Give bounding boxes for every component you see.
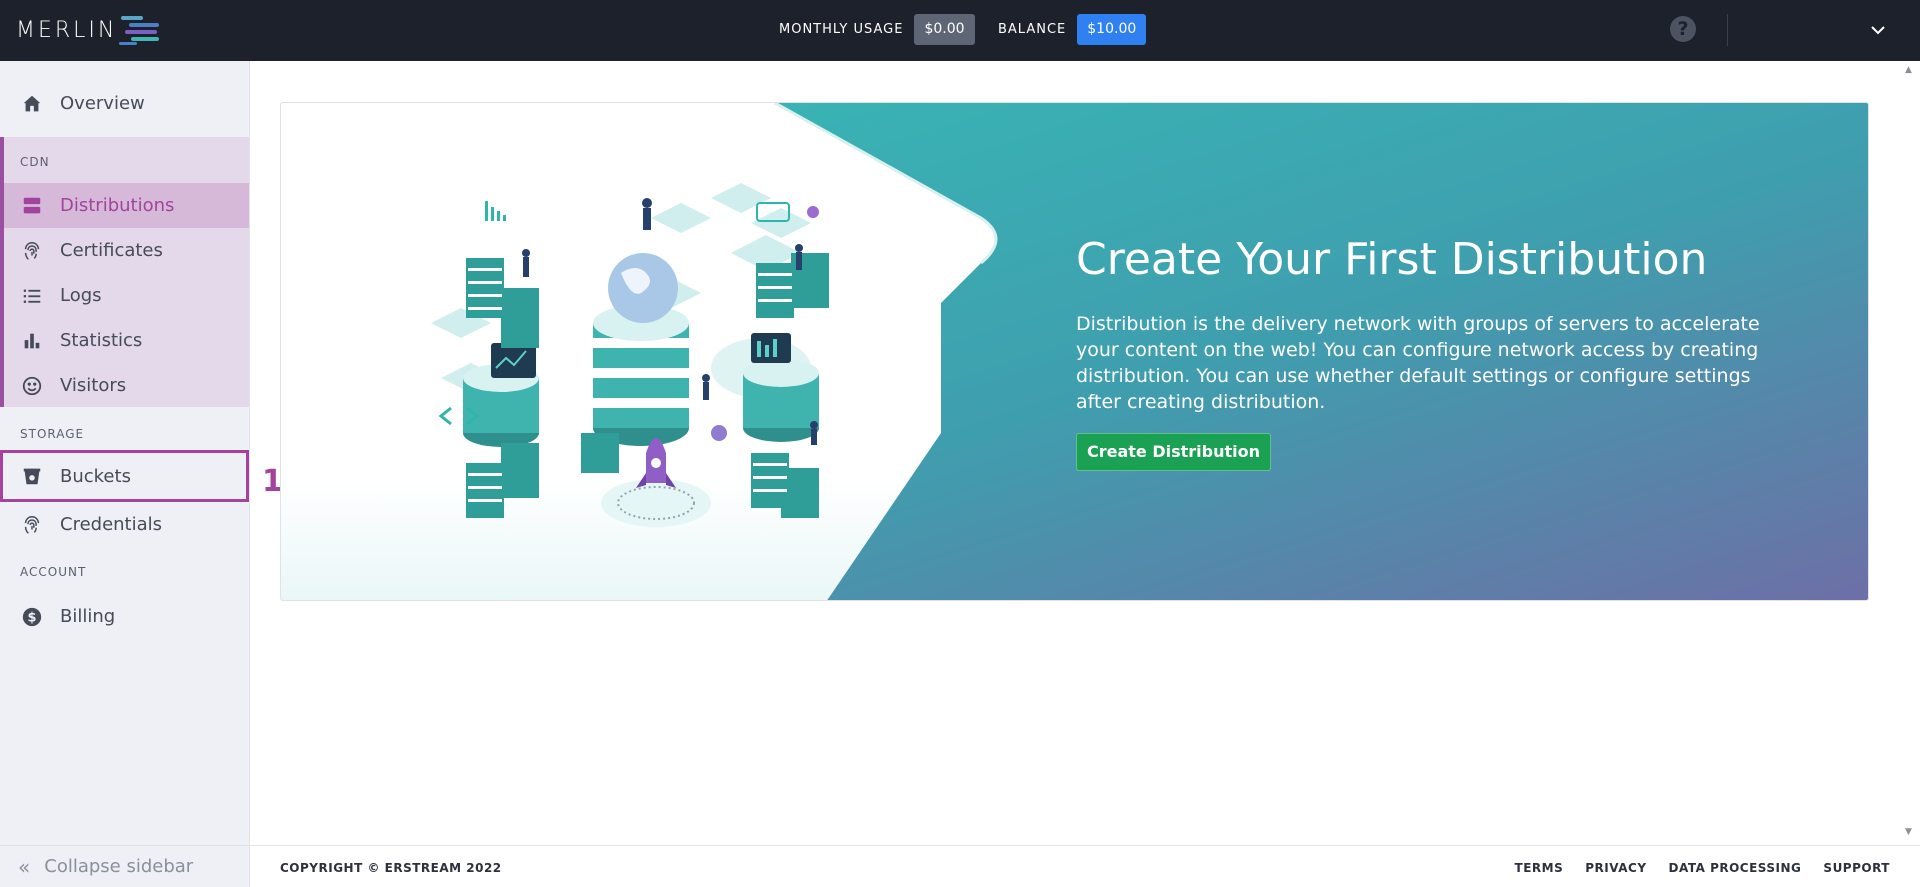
fingerprint-icon: [20, 513, 44, 537]
footer-link-terms[interactable]: TERMS: [1515, 861, 1564, 875]
server-icon: [20, 194, 44, 218]
sidebar-item-label: Certificates: [60, 240, 163, 261]
merlin-logo[interactable]: MERLIN: [16, 14, 169, 46]
monthly-usage: MONTHLY USAGE $0.00: [779, 14, 975, 45]
page-title: Create Your First Distribution: [1076, 234, 1708, 285]
footer: COPYRIGHT © ERSTREAM 2022 TERMS PRIVACY …: [250, 845, 1920, 887]
empty-state-banner: Create Your First Distribution Distribut…: [280, 102, 1869, 601]
balance-value[interactable]: $10.00: [1077, 14, 1147, 45]
footer-link-data-processing[interactable]: DATA PROCESSING: [1669, 861, 1802, 875]
sidebar-item-credentials[interactable]: Credentials: [0, 502, 248, 547]
collapse-sidebar-label: Collapse sidebar: [44, 856, 194, 877]
hero-description: Distribution is the delivery network wit…: [1076, 313, 1760, 413]
scroll-down-arrow-icon[interactable]: ▼: [1905, 827, 1912, 837]
smiley-icon: [20, 374, 44, 398]
bar-chart-icon: [20, 329, 44, 353]
balance: BALANCE $10.00: [998, 14, 1147, 45]
create-distribution-button[interactable]: Create Distribution: [1076, 433, 1271, 471]
sidebar-item-label: Credentials: [60, 514, 163, 535]
top-navigation-bar: MERLIN MONTHLY USAGE $0.00 BALANCE $10.0…: [0, 0, 1920, 61]
sidebar-item-label: Overview: [60, 93, 145, 114]
sidebar-item-overview[interactable]: Overview: [0, 81, 248, 126]
vertical-scrollbar[interactable]: ▲ ▼: [1900, 61, 1920, 845]
topbar-divider: [1727, 14, 1728, 46]
sidebar: Overview CDN Distributions Certificates …: [0, 61, 250, 887]
logo-text: MERLIN: [16, 17, 118, 43]
sidebar-item-logs[interactable]: Logs: [4, 273, 249, 318]
footer-links: TERMS PRIVACY DATA PROCESSING SUPPORT: [1515, 861, 1890, 875]
sidebar-item-distributions[interactable]: Distributions: [4, 183, 249, 228]
sidebar-item-label: Logs: [60, 285, 102, 306]
bucket-icon: [20, 464, 44, 488]
sidebar-item-visitors[interactable]: Visitors: [4, 363, 249, 408]
double-chevron-left-icon: «: [18, 854, 31, 879]
scroll-up-arrow-icon[interactable]: ▲: [1905, 65, 1912, 75]
sidebar-item-statistics[interactable]: Statistics: [4, 318, 249, 363]
dollar-circle-icon: $: [20, 605, 44, 629]
question-circle-icon[interactable]: ?: [1670, 16, 1696, 42]
list-icon: [20, 284, 44, 308]
sidebar-item-label: Billing: [60, 606, 116, 627]
sidebar-item-label: Buckets: [60, 465, 131, 487]
sidebar-item-label: Distributions: [60, 195, 175, 216]
fingerprint-icon: [20, 239, 44, 263]
logo-mark-icon: [119, 16, 160, 45]
monthly-usage-value: $0.00: [914, 14, 975, 45]
balance-label: BALANCE: [998, 22, 1067, 37]
collapse-sidebar-button[interactable]: « Collapse sidebar: [0, 845, 249, 887]
sidebar-item-buckets[interactable]: Buckets: [0, 450, 249, 502]
svg-text:$: $: [28, 610, 37, 625]
section-label-account: ACCOUNT: [20, 565, 87, 579]
section-label-storage: STORAGE: [20, 427, 85, 441]
sidebar-item-label: Visitors: [60, 375, 127, 396]
chevron-down-icon[interactable]: [1866, 18, 1890, 42]
footer-link-privacy[interactable]: PRIVACY: [1585, 861, 1646, 875]
network-servers-illustration: [431, 183, 829, 527]
monthly-usage-label: MONTHLY USAGE: [779, 22, 904, 37]
sidebar-item-certificates[interactable]: Certificates: [4, 228, 249, 273]
copyright-text: COPYRIGHT © ERSTREAM 2022: [280, 861, 502, 875]
section-label-cdn: CDN: [20, 155, 50, 169]
footer-link-support[interactable]: SUPPORT: [1823, 861, 1890, 875]
sidebar-item-label: Statistics: [60, 330, 143, 351]
home-icon: [20, 92, 44, 116]
sidebar-item-billing[interactable]: $ Billing: [0, 594, 248, 639]
